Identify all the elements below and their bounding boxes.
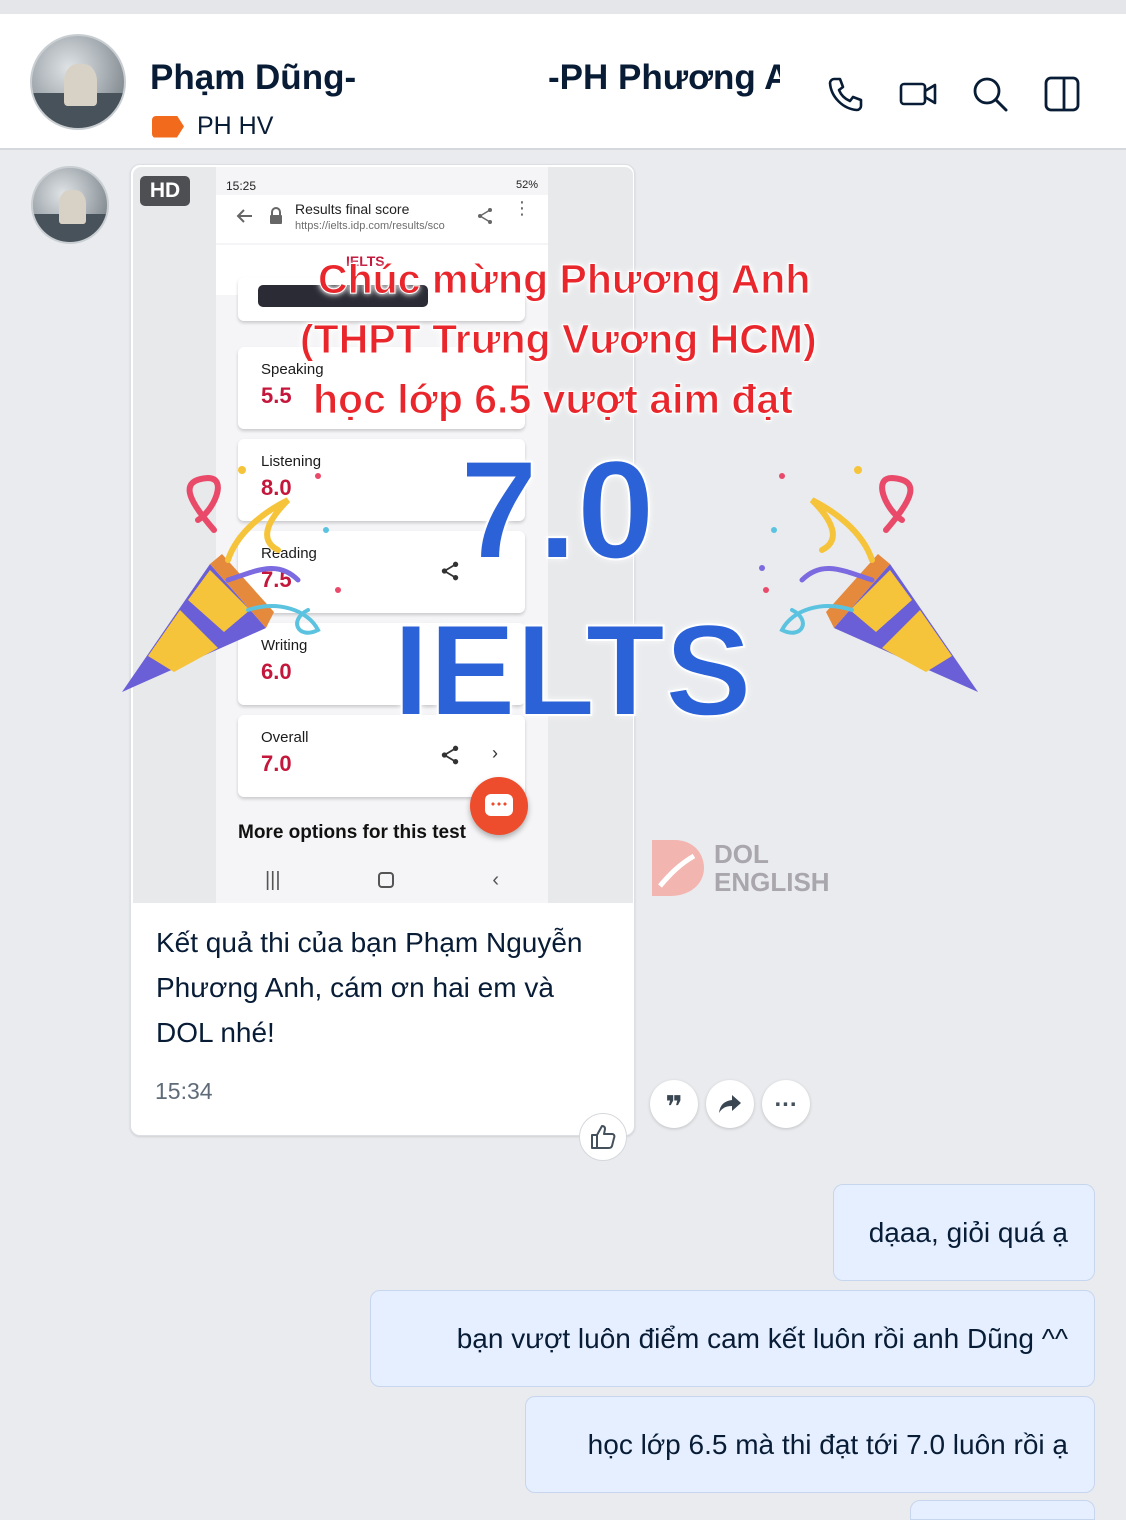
top-strip [0, 0, 1126, 14]
more-options-text: More options for this test [238, 822, 466, 843]
overlay-score: 7.0 [459, 430, 656, 589]
video-call-icon[interactable] [898, 74, 938, 114]
forward-icon [719, 1095, 741, 1113]
kebab-menu-icon: ⋮ [513, 198, 531, 218]
phone-icon[interactable] [826, 74, 866, 114]
more-options-button[interactable]: ... [762, 1080, 810, 1128]
tag-icon [152, 115, 184, 138]
recents-icon: ||| [264, 868, 281, 891]
reply-bubble[interactable]: dạaa, giỏi quá ạ [833, 1184, 1095, 1281]
party-popper-icon [759, 466, 978, 692]
party-popper-icon [122, 466, 341, 692]
overlay-aim-line: học lớp 6.5 vượt aim đạt [313, 376, 794, 423]
lock-icon [270, 207, 282, 224]
reply-bubble-partial[interactable] [910, 1500, 1095, 1520]
dol-english-watermark: DOL ENGLISH [650, 838, 830, 898]
score-value: 5.5 [261, 383, 292, 408]
status-time: 15:25 [226, 179, 257, 193]
sidebar-toggle-icon[interactable] [1042, 74, 1082, 114]
search-icon[interactable] [970, 74, 1010, 114]
reply-bubble[interactable]: bạn vượt luôn điểm cam kết luôn rồi anh … [370, 1290, 1095, 1387]
score-label: Overall [261, 729, 309, 746]
url-address: https://ielts.idp.com/results/sco [295, 220, 445, 232]
status-battery: 52% [515, 179, 538, 191]
contact-tag[interactable]: PH HV [152, 112, 273, 141]
contact-name-suffix[interactable]: -PH Phương A [548, 58, 780, 98]
like-icon [591, 1125, 616, 1149]
android-nav-bar: ||| ‹ [216, 857, 548, 903]
hd-badge: HD [140, 176, 190, 206]
contact-name[interactable]: Phạm Dũng- [150, 58, 356, 98]
share-icon [478, 208, 492, 224]
watermark-line1: DOL [714, 839, 769, 869]
share-icon [441, 745, 459, 765]
chevron-right-icon: › [492, 743, 498, 763]
quote-icon: ❞ [665, 1091, 683, 1124]
url-title: Results final score [295, 201, 410, 217]
back-icon: ‹ [492, 868, 500, 891]
quote-button[interactable]: ❞ [650, 1080, 698, 1128]
chat-bubble-fab [470, 777, 528, 835]
overlay-exam-name: IELTS [392, 597, 753, 743]
overlay-congrats-line: Chúc mừng Phương Anh [317, 256, 811, 303]
score-value: 7.0 [261, 751, 292, 776]
forward-button[interactable] [706, 1080, 754, 1128]
reply-text: bạn vượt luôn điểm cam kết luôn rồi anh … [456, 1322, 1068, 1354]
chat-header: Phạm Dũng- -PH Phương A PH HV [0, 14, 1126, 150]
message-time: 15:34 [155, 1078, 213, 1104]
tag-label: PH HV [197, 112, 274, 140]
dol-logo-icon [652, 840, 704, 896]
reply-text: học lớp 6.5 mà thi đạt tới 7.0 luôn rồi … [587, 1428, 1068, 1460]
contact-avatar[interactable] [30, 34, 126, 130]
message-caption: Kết quả thi của bạn Phạm Nguyễn Phương A… [156, 927, 583, 1048]
share-icon [441, 561, 459, 581]
watermark-line2: ENGLISH [714, 867, 830, 897]
back-arrow-icon [236, 209, 252, 223]
reply-text: dạaa, giỏi quá ạ [868, 1216, 1068, 1248]
sender-avatar[interactable] [31, 166, 109, 244]
overlay-school-line: (THPT Trưng Vương HCM) [300, 316, 818, 363]
reply-bubble[interactable]: học lớp 6.5 mà thi đạt tới 7.0 luôn rồi … [525, 1396, 1095, 1493]
like-button[interactable] [579, 1113, 627, 1161]
more-icon: ... [774, 1085, 798, 1112]
home-icon [378, 872, 395, 888]
